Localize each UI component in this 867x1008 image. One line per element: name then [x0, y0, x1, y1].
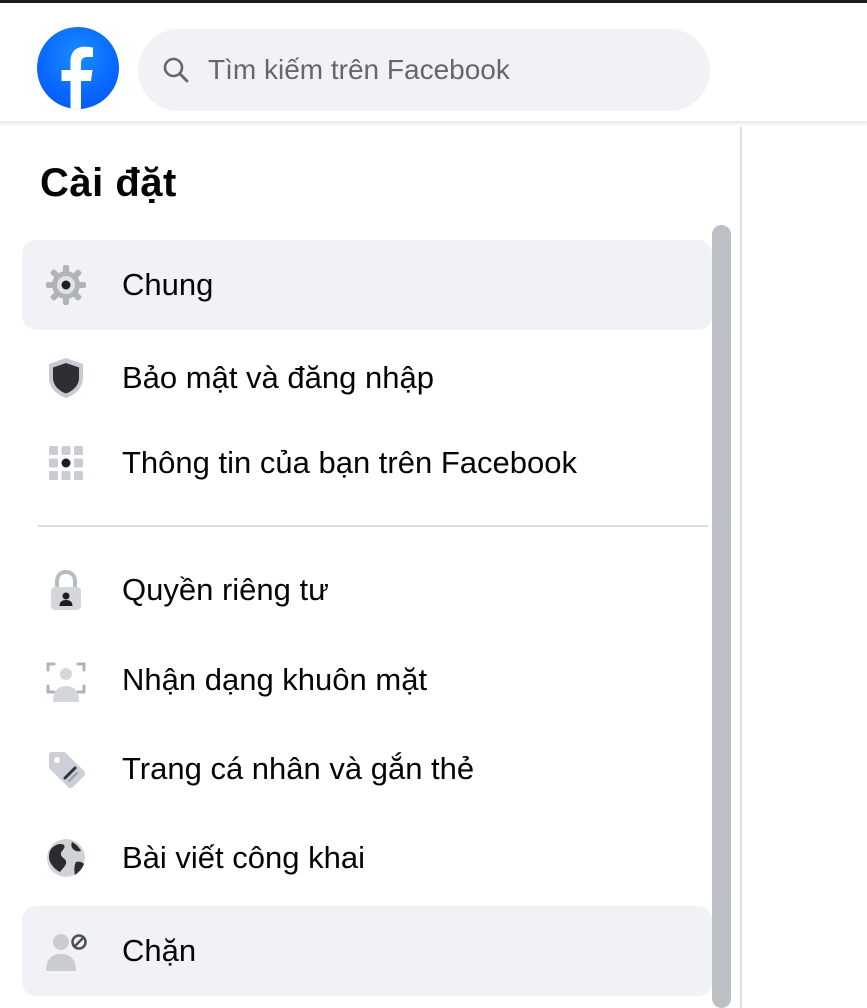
- sidebar-item-public-posts[interactable]: Bài viết công khai: [22, 813, 712, 903]
- sidebar-item-label: Quyền riêng tư: [122, 572, 329, 607]
- sidebar-item-blocking[interactable]: Chặn: [22, 906, 712, 996]
- sidebar-item-general[interactable]: Chung: [22, 240, 712, 330]
- shield-icon: [49, 358, 83, 398]
- sidebar-item-your-information[interactable]: Thông tin của bạn trên Facebook: [22, 418, 712, 508]
- sidebar-item-label: Trang cá nhân và gắn thẻ: [122, 751, 475, 786]
- face-recognition-icon: [46, 662, 86, 702]
- settings-sidebar: Cài đặt Chung Bảo mật và đăng nhập Thông…: [0, 127, 742, 1008]
- gear-icon: [46, 265, 86, 305]
- grid-icon: [49, 446, 83, 480]
- page-title: Cài đặt: [40, 161, 177, 205]
- tag-icon: [49, 752, 86, 789]
- sidebar-item-face-recognition[interactable]: Nhận dạng khuôn mặt: [22, 635, 712, 725]
- globe-icon: [47, 839, 85, 877]
- block-user-icon: [46, 934, 87, 971]
- sidebar-item-privacy[interactable]: Quyền riêng tư: [22, 545, 712, 635]
- search-bar[interactable]: [138, 29, 710, 111]
- top-bar: [0, 3, 867, 121]
- section-divider: [38, 525, 708, 527]
- search-icon: [163, 57, 189, 83]
- sidebar-item-label: Chặn: [122, 933, 197, 968]
- facebook-logo-icon[interactable]: [37, 27, 119, 109]
- sidebar-item-label: Chung: [122, 267, 214, 302]
- sidebar-item-security[interactable]: Bảo mật và đăng nhập: [22, 333, 712, 423]
- search-input[interactable]: [208, 29, 688, 111]
- sidebar-item-label: Nhận dạng khuôn mặt: [122, 662, 428, 697]
- lock-icon: [51, 569, 81, 610]
- sidebar-item-label: Bảo mật và đăng nhập: [122, 360, 434, 395]
- sidebar-scrollbar[interactable]: [712, 225, 731, 1008]
- sidebar-item-label: Bài viết công khai: [122, 840, 365, 875]
- sidebar-item-label: Thông tin của bạn trên Facebook: [122, 445, 577, 480]
- sidebar-item-profile-and-tagging[interactable]: Trang cá nhân và gắn thẻ: [22, 724, 712, 814]
